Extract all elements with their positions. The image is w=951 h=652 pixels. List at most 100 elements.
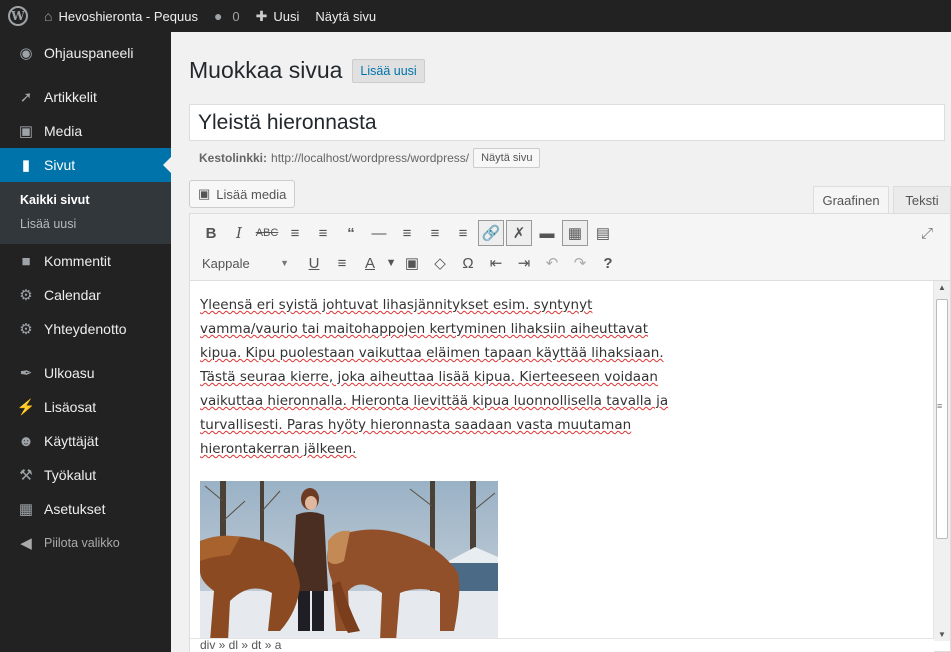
gear-icon: ⚙ bbox=[19, 321, 33, 338]
view-page-button[interactable]: Näytä sivu bbox=[473, 148, 541, 168]
help-icon[interactable]: ? bbox=[595, 250, 621, 276]
sidebar-item-label: Kommentit bbox=[44, 253, 111, 269]
dashboard-icon: ◉ bbox=[19, 45, 33, 62]
scrollbar-thumb[interactable] bbox=[936, 299, 948, 539]
add-new-button[interactable]: Lisää uusi bbox=[352, 58, 425, 83]
sidebar-item-pages[interactable]: ▮ Sivut bbox=[0, 148, 171, 182]
strikethrough-icon[interactable]: ABC bbox=[254, 220, 280, 246]
scroll-up-arrow-icon[interactable]: ▲ bbox=[938, 283, 946, 292]
content-paragraph: Yleensä eri syistä johtuvat lihasjännity… bbox=[200, 297, 669, 457]
submenu-all-pages[interactable]: Kaikki sivut bbox=[0, 188, 171, 212]
sidebar-item-label: Lisäosat bbox=[44, 399, 97, 415]
sidebar-item-label: Artikkelit bbox=[44, 89, 97, 105]
paste-word-icon[interactable]: ▤ bbox=[590, 220, 616, 246]
underline-icon[interactable]: U bbox=[301, 250, 327, 276]
outdent-icon[interactable]: ⇤ bbox=[483, 250, 509, 276]
media-icon: ▣ bbox=[18, 123, 34, 140]
wordpress-logo-icon[interactable]: W bbox=[0, 0, 36, 32]
main-content: Muokkaa sivua Lisää uusi Kestolinkki: ht… bbox=[171, 32, 951, 652]
pages-icon: ▮ bbox=[21, 157, 31, 174]
chevron-down-icon: ▼ bbox=[280, 258, 289, 268]
comments-count: 0 bbox=[232, 8, 240, 24]
sidebar-item-label: Yhteydenotto bbox=[44, 321, 127, 337]
chevron-down-icon[interactable]: ▼ bbox=[385, 250, 397, 276]
comment-icon: ■ bbox=[21, 252, 31, 270]
sidebar-item-label: Ohjauspaneeli bbox=[44, 45, 134, 61]
site-name-label: Hevoshieronta - Pequus bbox=[58, 8, 198, 24]
italic-icon[interactable]: I bbox=[226, 220, 252, 246]
justify-icon[interactable]: ≡ bbox=[329, 250, 355, 276]
bullet-list-icon[interactable]: ≡ bbox=[282, 220, 308, 246]
permalink-url[interactable]: http://localhost/wordpress/wordpress/ bbox=[271, 151, 469, 165]
collapse-menu-button[interactable]: ◀ Piilota valikko bbox=[0, 526, 171, 560]
read-more-icon[interactable]: ▬ bbox=[534, 220, 560, 246]
blockquote-icon[interactable]: “ bbox=[338, 220, 364, 246]
element-path-bar: div » dl » dt » a bbox=[190, 638, 934, 652]
link-icon[interactable]: 🔗 bbox=[478, 220, 504, 246]
new-content-link[interactable]: ✚ Uusi bbox=[248, 0, 308, 32]
gear-icon: ⚙ bbox=[19, 287, 33, 304]
sidebar-item-label: Ulkoasu bbox=[44, 365, 95, 381]
horse-photo[interactable] bbox=[200, 481, 498, 641]
users-icon: ☻ bbox=[18, 432, 34, 450]
permalink-label: Kestolinkki: bbox=[199, 151, 268, 165]
post-title-input[interactable] bbox=[189, 104, 945, 141]
indent-icon[interactable]: ⇥ bbox=[511, 250, 537, 276]
tab-text[interactable]: Teksti bbox=[893, 186, 951, 213]
collapse-arrow-icon: ◀ bbox=[20, 535, 32, 552]
sidebar-item-posts[interactable]: ➚ Artikkelit bbox=[0, 80, 171, 114]
submenu-add-new[interactable]: Lisää uusi bbox=[0, 212, 171, 236]
fullscreen-icon[interactable]: ⤢ bbox=[914, 220, 940, 246]
sidebar-item-comments[interactable]: ■ Kommentit bbox=[0, 244, 171, 278]
sidebar-item-contact[interactable]: ⚙ Yhteydenotto bbox=[0, 312, 171, 346]
sidebar-item-label: Asetukset bbox=[44, 501, 106, 517]
comments-link[interactable]: ● 0 bbox=[206, 0, 248, 32]
page-title-row: Muokkaa sivua Lisää uusi bbox=[189, 57, 425, 84]
add-media-button[interactable]: ▣ Lisää media bbox=[189, 180, 296, 208]
paste-text-icon[interactable]: ▣ bbox=[399, 250, 425, 276]
sidebar-item-appearance[interactable]: ✒ Ulkoasu bbox=[0, 356, 171, 390]
plus-icon: ✚ bbox=[255, 7, 268, 24]
add-media-label: Lisää media bbox=[216, 186, 287, 202]
toolbar-toggle-icon[interactable]: ▦ bbox=[562, 220, 588, 246]
scroll-down-arrow-icon[interactable]: ▼ bbox=[938, 630, 946, 639]
sidebar-item-plugins[interactable]: ⚡ Lisäosat bbox=[0, 390, 171, 424]
tab-visual[interactable]: Graafinen bbox=[813, 186, 889, 213]
format-select[interactable]: Kappale ▼ bbox=[198, 251, 293, 275]
plugin-icon: ⚡ bbox=[16, 399, 36, 416]
sidebar-item-users[interactable]: ☻ Käyttäjät bbox=[0, 424, 171, 458]
sidebar-item-label: Calendar bbox=[44, 287, 101, 303]
align-right-icon[interactable]: ≡ bbox=[450, 220, 476, 246]
sidebar-item-settings[interactable]: ▦ Asetukset bbox=[0, 492, 171, 526]
admin-sidebar: ◉ Ohjauspaneeli ➚ Artikkelit ▣ Media ▮ S… bbox=[0, 32, 171, 652]
site-name-link[interactable]: ⌂ Hevoshieronta - Pequus bbox=[36, 0, 206, 32]
sidebar-item-calendar[interactable]: ⚙ Calendar bbox=[0, 278, 171, 312]
clear-formatting-icon[interactable]: ◇ bbox=[427, 250, 453, 276]
brush-icon: ✒ bbox=[19, 365, 33, 382]
sidebar-item-label: Media bbox=[44, 123, 83, 139]
bold-icon[interactable]: B bbox=[198, 220, 224, 246]
sidebar-item-label: Sivut bbox=[44, 157, 76, 173]
editor-scrollbar[interactable]: ▲ ≡ ▼ bbox=[933, 281, 950, 641]
comment-bubble-icon: ● bbox=[213, 8, 223, 24]
align-left-icon[interactable]: ≡ bbox=[394, 220, 420, 246]
wrench-icon: ⚒ bbox=[19, 467, 33, 484]
sidebar-item-dashboard[interactable]: ◉ Ohjauspaneeli bbox=[0, 36, 171, 70]
pages-submenu: Kaikki sivut Lisää uusi bbox=[0, 182, 171, 244]
sidebar-item-tools[interactable]: ⚒ Työkalut bbox=[0, 458, 171, 492]
settings-icon: ▦ bbox=[18, 501, 34, 518]
horizontal-line-icon[interactable]: — bbox=[366, 220, 392, 246]
redo-icon[interactable]: ↷ bbox=[567, 250, 593, 276]
pushpin-icon: ➚ bbox=[19, 89, 33, 106]
align-center-icon[interactable]: ≡ bbox=[422, 220, 448, 246]
sidebar-item-media[interactable]: ▣ Media bbox=[0, 114, 171, 148]
home-icon: ⌂ bbox=[44, 8, 53, 24]
undo-icon[interactable]: ↶ bbox=[539, 250, 565, 276]
unlink-icon[interactable]: ✗ bbox=[506, 220, 532, 246]
editor-content-area[interactable]: Yleensä eri syistä johtuvat lihasjännity… bbox=[190, 281, 934, 641]
view-page-link[interactable]: Näytä sivu bbox=[307, 0, 384, 32]
text-color-icon[interactable]: A bbox=[357, 250, 383, 276]
view-page-label: Näytä sivu bbox=[315, 8, 377, 24]
numbered-list-icon[interactable]: ≡ bbox=[310, 220, 336, 246]
special-character-icon[interactable]: Ω bbox=[455, 250, 481, 276]
